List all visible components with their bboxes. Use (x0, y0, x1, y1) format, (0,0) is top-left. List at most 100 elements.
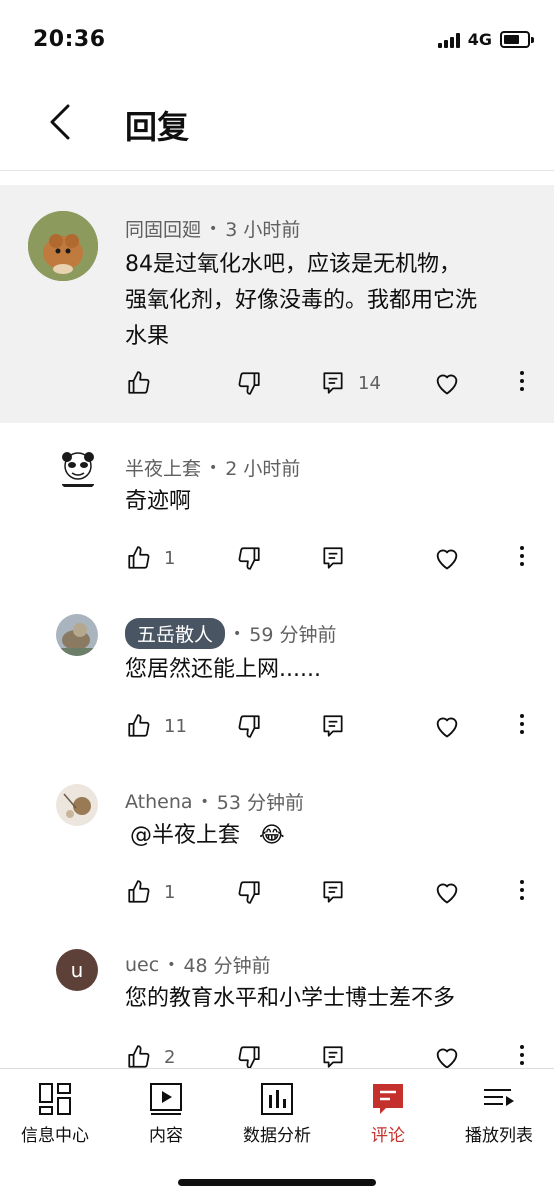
comment-icon (323, 1046, 343, 1068)
comment-actions: 14 (0, 363, 554, 403)
more-vert-icon (520, 1045, 524, 1049)
tab-label: 数据分析 (243, 1126, 311, 1146)
dashboard-icon (39, 1083, 71, 1115)
thumbs-up-icon (128, 880, 150, 903)
analytics-icon (261, 1083, 293, 1115)
tab-analytics[interactable]: 数据分析 (222, 1069, 332, 1159)
tab-playlists[interactable]: 播放列表 (444, 1069, 554, 1159)
heart-icon (436, 883, 458, 904)
heart-button[interactable] (433, 706, 461, 746)
reply-item: 半夜上套 • 2 小时前 奇迹啊 1 (0, 440, 554, 590)
network-label: 4G (467, 30, 492, 49)
comment-text: 奇迹啊 (125, 489, 192, 514)
laughing-emoji: 😂 (259, 823, 285, 848)
more-vert-icon (520, 880, 524, 884)
avatar[interactable] (28, 211, 98, 281)
like-count: 11 (164, 715, 187, 737)
comment-icon (323, 715, 343, 737)
heart-button[interactable] (433, 1037, 461, 1068)
reply-item: u uec • 48 分钟前 您的教育水平和小学士博士差不多 2 (0, 945, 554, 1068)
comment-meta: Athena • 53 分钟前 (125, 788, 304, 815)
reply-button[interactable] (320, 706, 346, 746)
like-count: 1 (164, 881, 176, 903)
comment-text: @半夜上套 😂 (130, 818, 285, 854)
comment-icon (323, 372, 343, 394)
comment-text-line: 强氧化剂，好像没毒的。我都用它洗 (125, 288, 478, 313)
comment-time: 48 分钟前 (183, 955, 271, 977)
chevron-left-icon (50, 104, 70, 140)
header: 回复 (0, 80, 554, 171)
like-button[interactable]: 1 (126, 538, 175, 578)
comment-actions: 11 (0, 706, 554, 746)
heart-button[interactable] (433, 538, 461, 578)
page-title: 回复 (125, 108, 190, 146)
thumbs-down-icon (238, 881, 260, 904)
comment-text: 84是过氧化水吧，应该是无机物， 强氧化剂，好像没毒的。我都用它洗 水果 (125, 247, 477, 355)
more-options-button[interactable] (520, 546, 524, 570)
like-button[interactable]: 11 (126, 706, 187, 746)
tab-dashboard[interactable]: 信息中心 (0, 1069, 110, 1159)
heart-icon (436, 549, 458, 570)
like-button[interactable] (126, 363, 152, 403)
like-count: 1 (164, 547, 176, 569)
thumbs-up-icon (128, 546, 150, 569)
comment-actions: 1 (0, 872, 554, 912)
avatar[interactable]: u (56, 949, 98, 991)
status-indicators: 4G (437, 30, 534, 49)
avatar[interactable] (56, 448, 100, 492)
reply-item: 五岳散人 • 59 分钟前 您居然还能上网...... 11 (0, 608, 554, 758)
more-options-button[interactable] (520, 371, 524, 395)
creator-badge[interactable]: 五岳散人 (125, 618, 226, 649)
reply-button[interactable] (320, 1037, 346, 1068)
thumbs-up-icon (128, 371, 150, 394)
comment-text-line: 水果 (125, 324, 170, 349)
more-options-button[interactable] (520, 1045, 524, 1068)
heart-button[interactable] (433, 872, 461, 912)
comment-text: 您居然还能上网...... (125, 657, 321, 682)
comment-author[interactable]: 同固回廻 (125, 215, 201, 242)
thumbs-down-icon (238, 547, 260, 570)
reply-item: Athena • 53 分钟前 @半夜上套 😂 1 (0, 780, 554, 930)
back-button[interactable] (40, 100, 84, 144)
reply-button[interactable] (320, 538, 346, 578)
more-options-button[interactable] (520, 880, 524, 904)
comment-time: 2 小时前 (225, 458, 301, 480)
like-button[interactable]: 2 (126, 1037, 175, 1068)
comment-text: 您的教育水平和小学士博士差不多 (125, 986, 456, 1011)
home-indicator (178, 1179, 376, 1186)
battery-icon (500, 31, 534, 48)
comment-icon (323, 547, 343, 569)
comment-author[interactable]: 半夜上套 (125, 454, 201, 481)
more-vert-icon (520, 546, 524, 550)
comment-time: 59 分钟前 (249, 624, 337, 646)
reply-button[interactable] (320, 872, 346, 912)
comment-time: 3 小时前 (225, 219, 301, 241)
tab-label: 评论 (371, 1126, 405, 1146)
status-time: 20:36 (33, 27, 106, 52)
dislike-button[interactable] (236, 538, 262, 578)
comment-author[interactable]: Athena (125, 791, 193, 813)
heart-icon (436, 717, 458, 738)
comment-author[interactable]: uec (125, 954, 159, 976)
thumbs-down-icon (238, 715, 260, 738)
tab-comments[interactable]: 评论 (333, 1069, 443, 1159)
dislike-button[interactable] (236, 872, 262, 912)
comment-time: 53 分钟前 (216, 792, 305, 814)
avatar[interactable] (56, 614, 98, 656)
tab-label: 内容 (149, 1126, 183, 1146)
like-button[interactable]: 1 (126, 872, 175, 912)
main-comment: 同固回廻 • 3 小时前 84是过氧化水吧，应该是无机物， 强氧化剂，好像没毒的… (0, 185, 554, 423)
heart-button[interactable] (433, 363, 461, 403)
comment-actions: 2 (0, 1037, 554, 1068)
dislike-button[interactable] (236, 363, 262, 403)
comment-actions: 1 (0, 538, 554, 578)
dislike-button[interactable] (236, 706, 262, 746)
more-options-button[interactable] (520, 714, 524, 738)
tab-content[interactable]: 内容 (111, 1069, 221, 1159)
avatar[interactable] (56, 784, 98, 826)
tab-label: 信息中心 (21, 1126, 89, 1146)
status-bar: 20:36 4G (0, 0, 554, 80)
reply-button[interactable]: 14 (320, 363, 381, 403)
dislike-button[interactable] (236, 1037, 262, 1068)
comment-text-line: 84是过氧化水吧，应该是无机物， (125, 252, 461, 277)
